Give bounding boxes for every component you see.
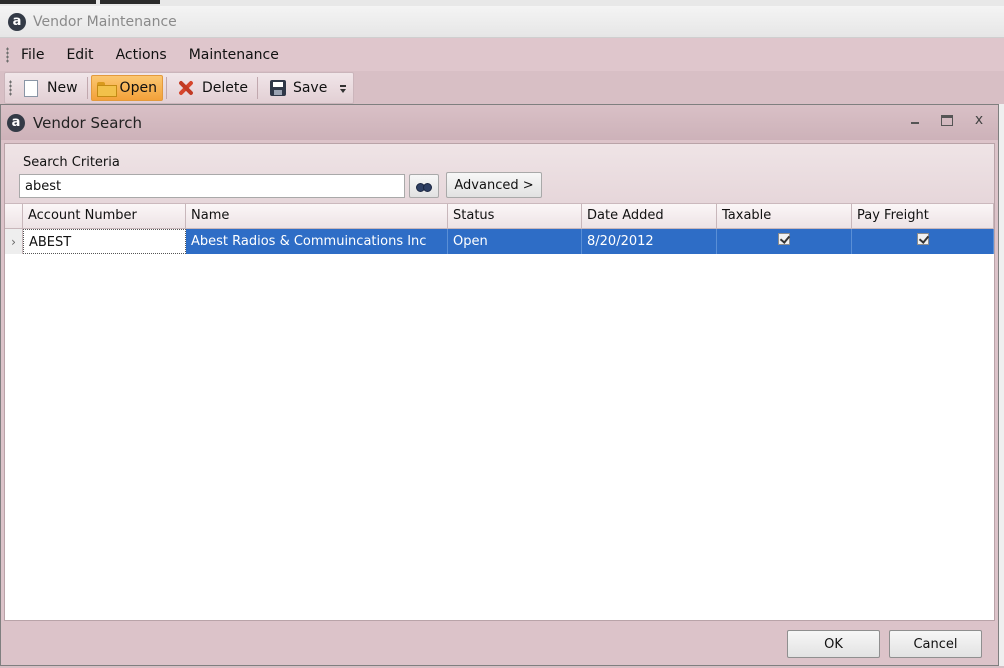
save-button[interactable]: Save <box>261 75 333 101</box>
close-icon[interactable]: x <box>972 112 986 128</box>
menu-grip-icon[interactable] <box>6 46 9 63</box>
app-logo-icon: a <box>8 12 26 31</box>
menu-bar: File Edit Actions Maintenance <box>0 38 1004 71</box>
save-button-label: Save <box>292 80 328 96</box>
cell-name[interactable]: Abest Radios & Commuincations Inc <box>186 229 448 254</box>
open-button-label: Open <box>119 80 157 96</box>
toolbar-separator <box>86 77 88 99</box>
search-criteria-label: Search Criteria <box>23 155 120 170</box>
dialog-title: Vendor Search <box>33 113 142 132</box>
taxable-checkbox[interactable] <box>778 233 790 245</box>
parent-title-bar: a Vendor Maintenance <box>0 6 1004 38</box>
cell-account-number[interactable]: ABEST <box>23 229 186 254</box>
floppy-disk-icon <box>269 80 286 96</box>
advanced-button[interactable]: Advanced > <box>446 172 542 198</box>
cell-pay-freight[interactable] <box>852 229 994 254</box>
tab-indicator <box>100 0 160 4</box>
cell-status[interactable]: Open <box>448 229 582 254</box>
column-header-account-number[interactable]: Account Number <box>23 204 186 228</box>
row-selector-arrow-icon[interactable]: › <box>5 229 23 254</box>
column-header-date-added[interactable]: Date Added <box>582 204 717 228</box>
results-grid: Account Number Name Status Date Added Ta… <box>5 204 994 254</box>
maximize-icon[interactable] <box>940 113 954 127</box>
new-button[interactable]: New <box>18 75 84 101</box>
menu-file[interactable]: File <box>21 47 44 63</box>
parent-window-title: Vendor Maintenance <box>33 13 177 30</box>
search-criteria-panel: Search Criteria Advanced > <box>5 144 994 204</box>
table-row[interactable]: › ABEST Abest Radios & Commuincations In… <box>5 229 994 254</box>
column-header-name[interactable]: Name <box>186 204 448 228</box>
grid-header: Account Number Name Status Date Added Ta… <box>5 204 994 229</box>
toolbar-grip-icon[interactable] <box>9 80 12 96</box>
dialog-footer: OK Cancel <box>4 622 995 664</box>
menu-actions[interactable]: Actions <box>116 47 167 63</box>
menu-edit[interactable]: Edit <box>66 47 93 63</box>
tab-indicator <box>0 0 96 4</box>
column-header-taxable[interactable]: Taxable <box>717 204 852 228</box>
row-header-corner <box>5 204 23 228</box>
search-input[interactable] <box>19 174 405 198</box>
delete-button[interactable]: Delete <box>170 75 254 101</box>
cell-taxable[interactable] <box>717 229 852 254</box>
dialog-body: Search Criteria Advanced > Account Numbe… <box>4 143 995 621</box>
folder-open-icon <box>96 81 117 97</box>
new-button-label: New <box>47 80 78 96</box>
open-button[interactable]: Open <box>90 75 163 101</box>
cell-date-added[interactable]: 8/20/2012 <box>582 229 717 254</box>
column-header-status[interactable]: Status <box>448 204 582 228</box>
dialog-title-bar[interactable]: a Vendor Search x <box>1 105 998 140</box>
delete-button-label: Delete <box>201 80 248 96</box>
app-logo-icon: a <box>7 113 25 132</box>
cancel-button[interactable]: Cancel <box>889 630 982 658</box>
toolbar-separator <box>165 77 167 99</box>
window-controls: x <box>908 112 986 128</box>
main-toolbar: New Open Delete Save <box>4 72 354 104</box>
vendor-search-dialog: a Vendor Search x Search Criteria Advanc… <box>0 104 999 666</box>
toolbar-separator <box>256 77 258 99</box>
column-header-pay-freight[interactable]: Pay Freight <box>852 204 994 228</box>
pay-freight-checkbox[interactable] <box>916 233 929 245</box>
binoculars-icon <box>416 181 432 192</box>
background-window-edge <box>999 104 1004 666</box>
find-button[interactable] <box>409 174 439 198</box>
new-document-icon <box>24 79 38 97</box>
toolbar-overflow-icon[interactable] <box>338 81 348 95</box>
ok-button[interactable]: OK <box>787 630 880 658</box>
menu-maintenance[interactable]: Maintenance <box>189 47 279 63</box>
delete-x-icon <box>178 80 194 96</box>
minimize-icon[interactable] <box>908 113 922 127</box>
